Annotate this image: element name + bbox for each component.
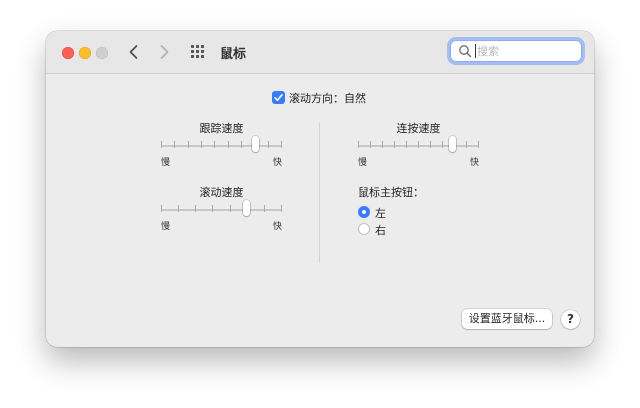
scrolling-speed-tick [230, 205, 231, 212]
tracking-speed-tick [201, 141, 202, 148]
primary-button-right-label: 右 [375, 224, 386, 237]
double-click-speed-min-label: 慢 [358, 158, 368, 168]
double-click-speed-tick [406, 141, 407, 148]
scrolling-speed-tick [195, 205, 196, 212]
tracking-speed-tick [268, 141, 269, 148]
tracking-speed-tick [241, 141, 242, 148]
search-icon [459, 45, 472, 58]
tracking-speed-max-label: 快 [272, 158, 282, 168]
vertical-divider [319, 123, 320, 263]
tracking-speed-tick [214, 141, 215, 148]
tracking-speed-min-label: 慢 [161, 158, 171, 168]
scroll-direction-checkbox[interactable] [272, 91, 285, 104]
scrolling-speed-min-label: 慢 [161, 222, 171, 232]
primary-button-right-radio[interactable] [358, 223, 370, 235]
double-click-speed-tick [418, 141, 419, 148]
scrolling-speed-tick [212, 205, 213, 212]
double-click-speed-tick [478, 141, 479, 148]
double-click-speed-tick [394, 141, 395, 148]
scrolling-speed-slider-knob[interactable] [243, 200, 251, 216]
setup-bluetooth-mouse-button[interactable]: 设置蓝牙鼠标... [462, 309, 552, 329]
double-click-speed-tick [430, 141, 431, 148]
text-caret [475, 44, 476, 58]
tracking-speed-slider-track[interactable] [161, 145, 282, 147]
help-button[interactable]: ? [561, 310, 580, 329]
primary-button-title: 鼠标主按钮： [358, 186, 424, 199]
chevron-right-icon [160, 45, 169, 59]
tracking-speed-slider-knob[interactable] [251, 136, 259, 152]
primary-button-left-radio[interactable] [358, 206, 370, 218]
double-click-speed-slider-knob[interactable] [448, 136, 456, 152]
tracking-speed-tick [228, 141, 229, 148]
close-button[interactable] [62, 47, 74, 59]
minimize-button[interactable] [79, 47, 91, 59]
tracking-speed-tick [161, 141, 162, 148]
scrolling-speed-tick [281, 205, 282, 212]
forward-button[interactable] [154, 42, 174, 62]
tracking-speed-tick [188, 141, 189, 148]
checkmark-icon [274, 94, 283, 101]
tracking-speed-title: 跟踪速度 [199, 122, 244, 135]
toolbar: 鼠标 [46, 31, 594, 74]
double-click-speed-title: 连按速度 [396, 122, 441, 135]
scrolling-speed-tick [161, 205, 162, 212]
show-all-grid-button[interactable] [190, 44, 206, 60]
search-field[interactable] [450, 40, 582, 62]
tracking-speed-tick [174, 141, 175, 148]
double-click-speed-tick [466, 141, 467, 148]
scrolling-speed-title: 滚动速度 [199, 186, 244, 199]
scrolling-speed-max-label: 快 [272, 222, 282, 232]
back-button[interactable] [124, 42, 144, 62]
chevron-left-icon [129, 45, 138, 59]
mouse-preferences-window: 鼠标 滚动方向：自然 跟踪速度 慢 快 连按速度 慢 快 滚 [46, 31, 594, 347]
double-click-speed-tick [358, 141, 359, 148]
primary-button-left-label: 左 [375, 207, 386, 220]
zoom-button[interactable] [96, 47, 108, 59]
search-input[interactable] [477, 42, 577, 60]
scroll-direction-label: 滚动方向：自然 [289, 92, 366, 105]
double-click-speed-tick [370, 141, 371, 148]
double-click-speed-tick [442, 141, 443, 148]
double-click-speed-tick [382, 141, 383, 148]
window-title: 鼠标 [220, 47, 247, 62]
grid-icon [190, 44, 206, 60]
tracking-speed-tick [281, 141, 282, 148]
double-click-speed-max-label: 快 [469, 158, 479, 168]
scrolling-speed-tick [264, 205, 265, 212]
scrolling-speed-tick [178, 205, 179, 212]
